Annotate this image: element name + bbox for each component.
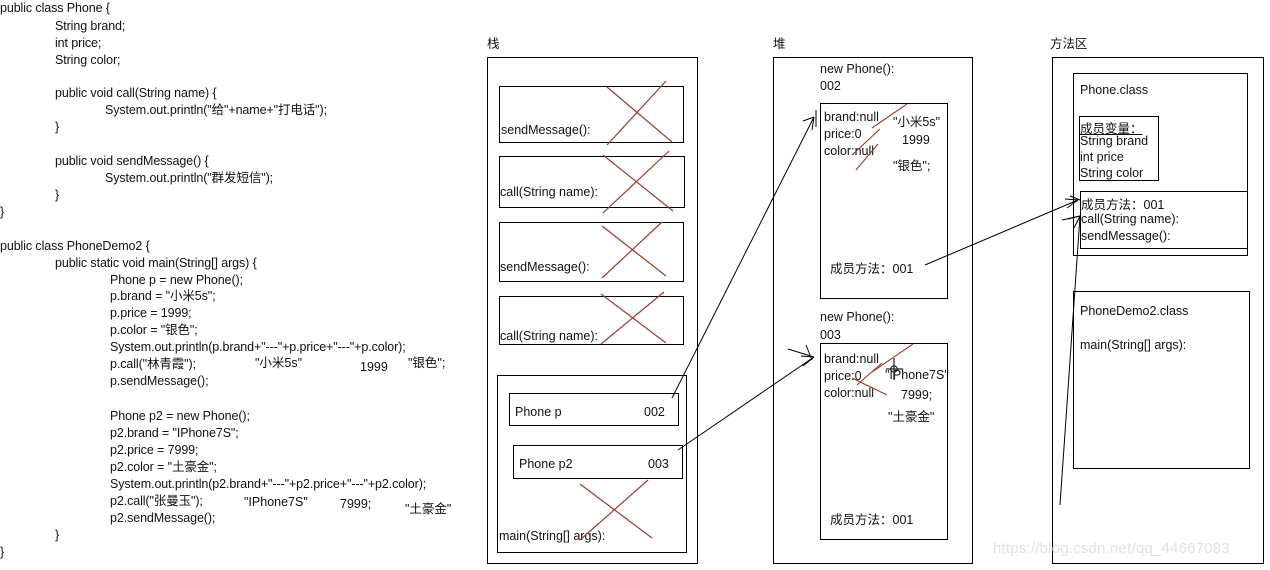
code-line-6: }: [55, 120, 60, 134]
stack-variable-p2-address: 003: [648, 457, 669, 471]
code-line-28: }: [0, 545, 5, 559]
code-line-23: p2.color = "土豪金";: [110, 460, 217, 474]
method-area-member-method-0: call(String name):: [1081, 212, 1179, 226]
code-line-22: p2.price = 7999;: [110, 443, 199, 457]
stack-frame-1-label: call(String name):: [500, 185, 598, 199]
stack-frame-3-label: call(String name):: [500, 329, 598, 343]
method-area-member-methods-title: 成员方法：001: [1081, 198, 1165, 212]
code-line-1: String brand;: [55, 19, 126, 33]
code-line-4: public void call(String name) {: [55, 86, 217, 100]
code-line-20: Phone p2 = new Phone();: [110, 409, 250, 423]
heap-object-1-method-ref: 成员方法：001: [830, 513, 914, 527]
method-area-class-phonedemo2-method-0: main(String[] args):: [1080, 338, 1187, 352]
stack-frame-0-label: sendMessage():: [501, 123, 591, 137]
code-line-21: p2.brand = "IPhone7S";: [110, 426, 239, 440]
heap-object-1-field-price: price:0: [824, 369, 862, 383]
heap-region-title: 堆: [773, 37, 786, 51]
heap-object-1-value-price: 7999;: [901, 388, 933, 402]
code-line-13: Phone p = new Phone();: [110, 273, 243, 287]
code-line-25: p2.call("张曼玉");: [110, 494, 203, 508]
heap-object-0-value-price: 1999: [902, 133, 930, 147]
heap-object-0-method-ref: 成员方法：001: [830, 262, 914, 276]
code-line-5: System.out.println("给"+name+"打电话");: [105, 103, 327, 117]
heap-object-0-value-brand: "小米5s": [893, 115, 941, 129]
source-code-pane: public class Phone { String brand; int pri…: [0, 0, 480, 570]
heap-object-0-address: 002: [820, 79, 841, 93]
method-area-member-variable-1: int price: [1080, 150, 1124, 164]
stack-variable-p-name: Phone p: [515, 405, 562, 419]
code-line-11: public class PhoneDemo2 {: [0, 239, 150, 253]
heap-object-1-field-color: color:null: [824, 386, 875, 400]
code-line-24: System.out.println(p2.brand+"---"+p2.pri…: [110, 477, 427, 491]
method-area-class-phone-name: Phone.class: [1080, 83, 1149, 97]
code-line-0: public class Phone {: [0, 1, 110, 15]
heap-object-1-header: new Phone():: [820, 310, 895, 324]
method-area-member-variable-0: String brand: [1080, 134, 1149, 148]
heap-object-1-value-color: "土豪金": [888, 410, 935, 424]
heap-object-0-field-price: price:0: [824, 127, 862, 141]
heap-object-0-field-brand: brand:null: [824, 110, 879, 124]
code-line-9: }: [55, 188, 60, 202]
code-annotation-3: "IPhone7S": [244, 495, 308, 509]
method-area-member-variable-2: String color: [1080, 166, 1144, 180]
watermark: https://blog.csdn.net/qq_44667083: [993, 540, 1230, 557]
heap-object-0-field-color: color:null: [824, 144, 875, 158]
code-line-2: int price;: [55, 36, 102, 50]
stack-main-frame-label: main(String[] args):: [499, 529, 606, 543]
code-annotation-2: "银色";: [408, 356, 446, 370]
stack-frame-2-label: sendMessage():: [500, 260, 590, 274]
code-annotation-4: 7999;: [340, 497, 372, 511]
code-annotation-5: "土豪金": [405, 502, 452, 516]
diagram-canvas: public class Phone { String brand; int pri…: [0, 0, 1270, 570]
code-line-14: p.brand = "小米5s";: [110, 289, 216, 303]
code-line-19: p.sendMessage();: [110, 374, 209, 388]
code-line-10: }: [0, 205, 5, 219]
stack-variable-p-address: 002: [644, 405, 665, 419]
heap-object-1-field-brand: brand:null: [824, 352, 879, 366]
method-area-region-title: 方法区: [1050, 37, 1088, 51]
code-line-3: String color;: [55, 53, 121, 67]
heap-object-0-value-color: "银色";: [893, 159, 931, 173]
heap-object-1-address: 003: [820, 328, 841, 342]
stack-frame-1: [499, 156, 685, 208]
method-area-class-phonedemo2-name: PhoneDemo2.class: [1080, 304, 1189, 318]
code-line-26: p2.sendMessage();: [110, 511, 216, 525]
code-line-8: System.out.println("群发短信");: [105, 171, 274, 185]
code-line-7: public void sendMessage() {: [55, 154, 209, 168]
code-line-18: p.call("林青霞");: [110, 357, 196, 371]
heap-object-0-header: new Phone():: [820, 62, 895, 76]
method-area-member-method-1: sendMessage():: [1081, 229, 1171, 243]
code-line-12: public static void main(String[] args) {: [55, 256, 257, 270]
code-annotation-1: 1999: [360, 360, 388, 374]
heap-object-1-value-brand: "IPhone7S": [885, 368, 949, 382]
code-line-15: p.price = 1999;: [110, 306, 192, 320]
code-line-17: System.out.println(p.brand+"---"+p.price…: [110, 340, 406, 354]
stack-variable-p2-name: Phone p2: [519, 457, 573, 471]
code-annotation-0: "小米5s": [255, 356, 303, 370]
stack-region-title: 栈: [487, 37, 500, 51]
code-line-27: }: [55, 528, 60, 542]
code-line-16: p.color = "银色";: [110, 323, 198, 337]
